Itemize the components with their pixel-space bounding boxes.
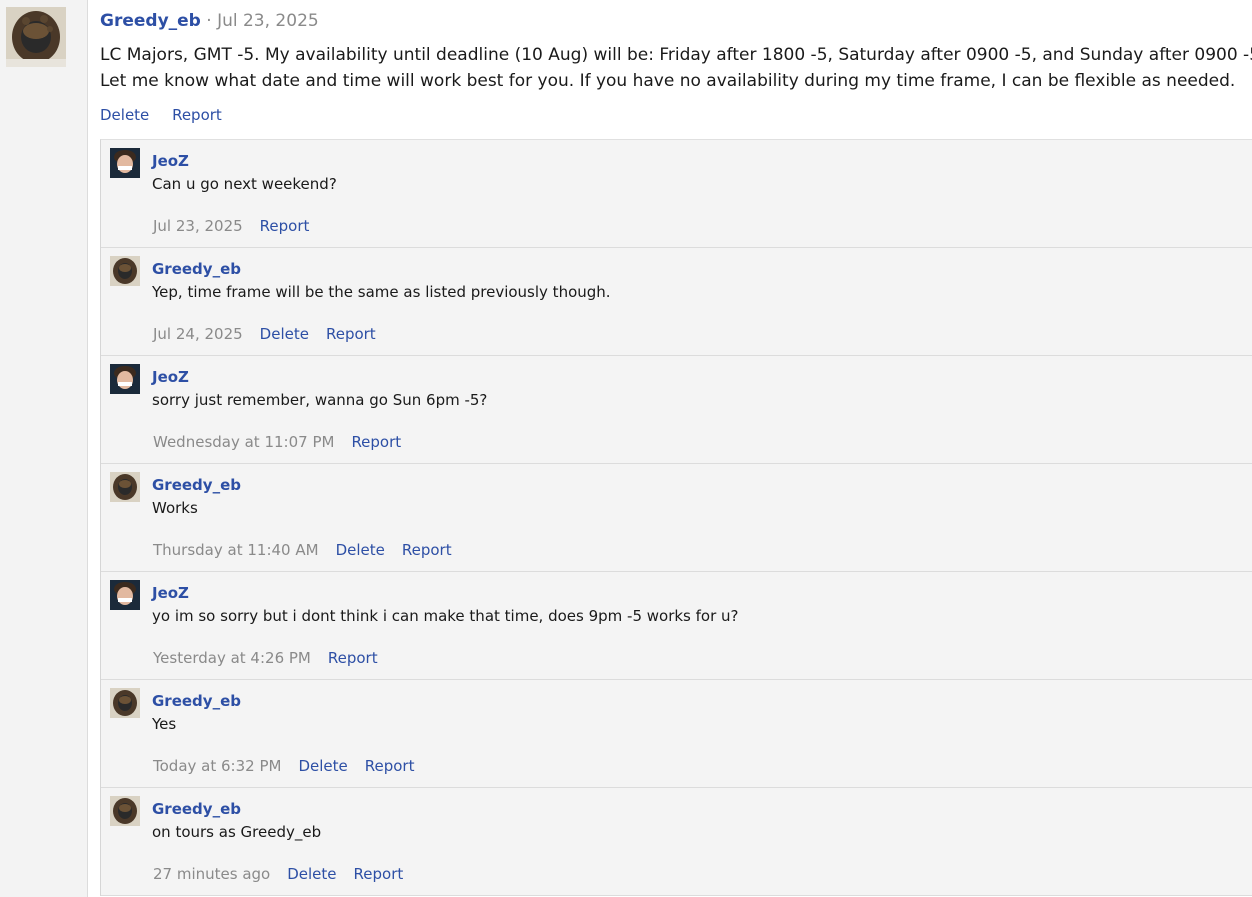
report-link[interactable]: Report	[172, 106, 222, 124]
avatar-jeoz[interactable]	[110, 148, 140, 178]
report-link[interactable]: Report	[351, 433, 401, 451]
reply-footer: Yesterday at 4:26 PM Report	[153, 648, 395, 668]
reply-author-link[interactable]: JeoZ	[152, 583, 189, 603]
avatar-greedy-eb[interactable]	[110, 472, 140, 502]
left-gutter	[0, 0, 88, 897]
reply-thread: JeoZ Can u go next weekend? Jul 23, 2025…	[100, 139, 1252, 896]
reply-footer: 27 minutes ago Delete Report	[153, 864, 420, 884]
reply-time: Jul 23, 2025	[153, 217, 243, 235]
avatar-jeoz[interactable]	[110, 580, 140, 610]
reply-author-link[interactable]: Greedy_eb	[152, 799, 241, 819]
reply-text: Yes	[152, 715, 177, 733]
reply-text: Works	[152, 499, 198, 517]
reply-author-link[interactable]: JeoZ	[152, 367, 189, 387]
avatar-jeoz[interactable]	[110, 364, 140, 394]
avatar-greedy-eb[interactable]	[110, 688, 140, 718]
reply-footer: Jul 23, 2025 Report	[153, 216, 326, 236]
reply-time: Today at 6:32 PM	[153, 757, 282, 775]
reply-author-link[interactable]: JeoZ	[152, 151, 189, 171]
reply-item: JeoZ Can u go next weekend? Jul 23, 2025…	[101, 140, 1252, 248]
report-link[interactable]: Report	[354, 865, 404, 883]
post-body-line: Let me know what date and time will work…	[100, 71, 1236, 91]
reply-item: Greedy_eb Works Thursday at 11:40 AM Dele…	[101, 464, 1252, 572]
avatar-greedy-eb[interactable]	[110, 256, 140, 286]
reply-time: 27 minutes ago	[153, 865, 271, 883]
reply-text: on tours as Greedy_eb	[152, 823, 322, 841]
reply-footer: Wednesday at 11:07 PM Report	[153, 432, 418, 452]
post-body-line: LC Majors, GMT -5. My availability until…	[100, 45, 1252, 65]
delete-link[interactable]: Delete	[298, 757, 347, 775]
report-link[interactable]: Report	[365, 757, 415, 775]
reply-footer: Jul 24, 2025 Delete Report	[153, 324, 393, 344]
reply-time: Wednesday at 11:07 PM	[153, 433, 335, 451]
report-link[interactable]: Report	[402, 541, 452, 559]
reply-footer: Today at 6:32 PM Delete Report	[153, 756, 431, 776]
reply-item: JeoZ yo im so sorry but i dont think i c…	[101, 572, 1252, 680]
reply-time: Yesterday at 4:26 PM	[153, 649, 311, 667]
reply-item: JeoZ sorry just remember, wanna go Sun 6…	[101, 356, 1252, 464]
report-link[interactable]: Report	[328, 649, 378, 667]
delete-link[interactable]: Delete	[287, 865, 336, 883]
post-meta: Greedy_eb · Jul 23, 2025	[100, 9, 1250, 33]
delete-link[interactable]: Delete	[100, 106, 149, 124]
reply-text: yo im so sorry but i dont think i can ma…	[152, 607, 739, 625]
meta-separator: ·	[206, 11, 212, 31]
reply-time: Jul 24, 2025	[153, 325, 243, 343]
reply-item: Greedy_eb Yes Today at 6:32 PM Delete Repo…	[101, 680, 1252, 788]
post-date: Jul 23, 2025	[217, 11, 319, 31]
report-link[interactable]: Report	[260, 217, 310, 235]
reply-author-link[interactable]: Greedy_eb	[152, 691, 241, 711]
reply-author-link[interactable]: Greedy_eb	[152, 475, 241, 495]
delete-link[interactable]: Delete	[336, 541, 385, 559]
reply-author-link[interactable]: Greedy_eb	[152, 259, 241, 279]
report-link[interactable]: Report	[326, 325, 376, 343]
reply-item: Greedy_eb on tours as Greedy_eb 27 minut…	[101, 788, 1252, 896]
reply-text: Can u go next weekend?	[152, 175, 337, 193]
avatar-greedy-eb[interactable]	[110, 796, 140, 826]
post-author-link[interactable]: Greedy_eb	[100, 11, 201, 31]
reply-text: Yep, time frame will be the same as list…	[152, 283, 611, 301]
post-actions: Delete Report	[100, 105, 1250, 125]
reply-text: sorry just remember, wanna go Sun 6pm -5…	[152, 391, 488, 409]
delete-link[interactable]: Delete	[260, 325, 309, 343]
reply-footer: Thursday at 11:40 AM Delete Report	[153, 540, 469, 560]
reply-item: Greedy_eb Yep, time frame will be the sa…	[101, 248, 1252, 356]
author-avatar[interactable]	[6, 7, 66, 67]
main-post: Greedy_eb · Jul 23, 2025 LC Majors, GMT …	[100, 9, 1252, 125]
reply-time: Thursday at 11:40 AM	[153, 541, 319, 559]
post-body: LC Majors, GMT -5. My availability until…	[100, 42, 1252, 94]
